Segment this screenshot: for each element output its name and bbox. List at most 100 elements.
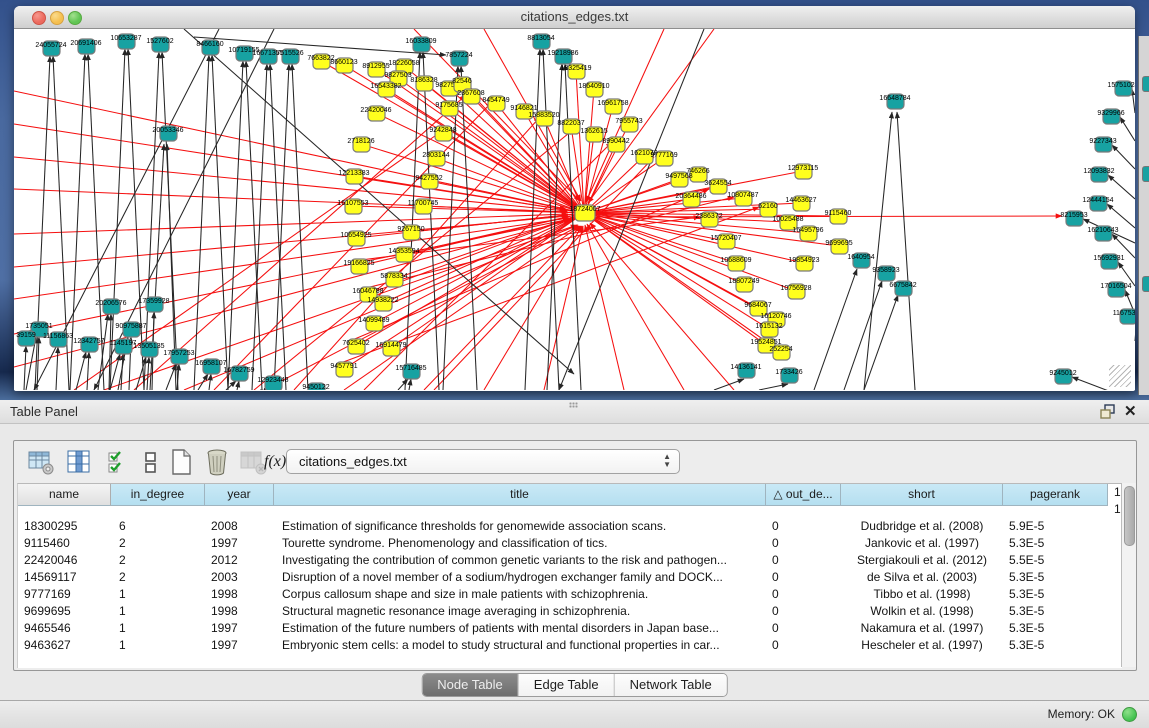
function-builder-icon[interactable]: f(x): [264, 453, 286, 471]
float-panel-icon[interactable]: [1100, 404, 1116, 419]
table-settings-icon[interactable]: [26, 447, 56, 477]
cell-title[interactable]: Disruption of a novel member of a sodium…: [274, 569, 766, 586]
graph-node[interactable]: 14463627: [785, 196, 816, 211]
cell-name[interactable]: 9777169: [18, 586, 111, 603]
network-canvas[interactable]: 2405572420691406106532871527602846616010…: [14, 29, 1135, 390]
graph-node[interactable]: 1527602: [146, 37, 173, 52]
graph-node[interactable]: 1640954: [847, 253, 874, 268]
cell-year[interactable]: 2003: [205, 569, 274, 586]
graph-node[interactable]: 10688609: [720, 256, 751, 271]
cell-name[interactable]: 9699695: [18, 603, 111, 620]
graph-node[interactable]: 10653287: [110, 34, 141, 49]
graph-node[interactable]: 16914479: [375, 341, 406, 356]
graph-node[interactable]: 12213383: [338, 169, 369, 184]
graph-node[interactable]: 6675842: [889, 281, 916, 296]
cell-pagerank[interactable]: 5.9E-5: [1003, 518, 1108, 535]
cell-in_degree[interactable]: 1: [111, 586, 205, 603]
cell-title[interactable]: Structural magnetic resonance image aver…: [274, 603, 766, 620]
graph-node[interactable]: 10807487: [727, 191, 758, 206]
cell-out_de[interactable]: 0: [766, 620, 841, 637]
column-header-in_degree[interactable]: in_degree: [111, 484, 205, 506]
cell-pagerank[interactable]: 5.3E-5: [1003, 535, 1108, 552]
table-row[interactable]: 969969511998Structural magnetic resonanc…: [18, 603, 1122, 620]
cell-title[interactable]: Estimation of significance thresholds fo…: [274, 518, 766, 535]
panel-drag-handle[interactable]: [569, 402, 578, 408]
graph-node[interactable]: 8454749: [482, 96, 509, 111]
tab-network-table[interactable]: Network Table: [615, 674, 727, 696]
graph-node[interactable]: 62160: [758, 202, 778, 217]
cell-name[interactable]: 18300295: [18, 518, 111, 535]
graph-node[interactable]: 12973115: [788, 164, 819, 179]
tab-node-table[interactable]: Node Table: [422, 674, 519, 696]
cell-pagerank[interactable]: 5.3E-5: [1003, 637, 1108, 654]
graph-node[interactable]: 9777169: [650, 151, 677, 166]
cell-title[interactable]: Investigating the contribution of common…: [274, 552, 766, 569]
cell-pagerank[interactable]: 5.3E-5: [1003, 586, 1108, 603]
cell-name[interactable]: 19384554: [1108, 501, 1122, 518]
select-all-icon[interactable]: [104, 447, 134, 477]
cell-name[interactable]: 14569117: [18, 569, 111, 586]
table-row[interactable]: 911546021997Tourette syndrome. Phenomeno…: [18, 535, 1122, 552]
table-row[interactable]: 946554611997Estimation of the future num…: [18, 620, 1122, 637]
graph-node[interactable]: 12444154: [1082, 196, 1113, 211]
table-row[interactable]: 1456911722003Disruption of a novel membe…: [18, 569, 1122, 586]
graph-node[interactable]: 9175685: [435, 101, 462, 116]
cell-short[interactable]: de Silva et al. (2003): [841, 569, 1003, 586]
cell-year[interactable]: 1997: [205, 620, 274, 637]
cell-year[interactable]: 2008: [205, 518, 274, 535]
graph-node[interactable]: 8990442: [602, 137, 629, 152]
graph-node[interactable]: 10654925: [340, 231, 371, 246]
table-panel-header[interactable]: Table Panel ✕: [0, 400, 1149, 424]
cell-in_degree[interactable]: 6: [111, 518, 205, 535]
graph-node[interactable]: 7857224: [445, 51, 472, 66]
graph-node[interactable]: 15720407: [710, 234, 741, 249]
graph-node[interactable]: 13505135: [133, 342, 164, 357]
cell-out_de[interactable]: 0: [766, 552, 841, 569]
cell-year[interactable]: 2012: [205, 552, 274, 569]
graph-node[interactable]: 9450122: [302, 383, 329, 390]
cell-title[interactable]: Estimation of the future numbers of pati…: [274, 620, 766, 637]
network-view-window[interactable]: citations_edges.txt 24055724206914061065…: [14, 6, 1135, 391]
graph-node[interactable]: 9497568: [665, 172, 692, 187]
cell-title[interactable]: Tourette syndrome. Phenomenology and cla…: [274, 535, 766, 552]
graph-node[interactable]: 19166825: [343, 259, 374, 274]
column-header-name[interactable]: name: [18, 484, 111, 506]
cell-name[interactable]: 18724007: [1108, 484, 1122, 501]
cell-out_de[interactable]: 0: [766, 603, 841, 620]
graph-node[interactable]: 1615132: [755, 322, 782, 337]
window-resize-grip[interactable]: [1109, 365, 1131, 387]
cell-pagerank[interactable]: 5.3E-5: [1003, 603, 1108, 620]
graph-node[interactable]: 16543382: [370, 82, 401, 97]
graph-node[interactable]: 16033809: [405, 37, 436, 52]
cell-out_de[interactable]: 0: [766, 518, 841, 535]
column-edit-icon[interactable]: [64, 447, 94, 477]
cell-name[interactable]: 22420046: [18, 552, 111, 569]
table-row[interactable]: 1830029562008Estimation of significance …: [18, 518, 1122, 535]
graph-node[interactable]: 16958107: [195, 359, 226, 374]
graph-node[interactable]: 8813054: [527, 34, 554, 49]
graph-node[interactable]: 14353594: [388, 247, 419, 262]
tab-edge-table[interactable]: Edge Table: [519, 674, 615, 696]
graph-node[interactable]: 14136141: [730, 363, 761, 378]
graph-node[interactable]: 20691406: [70, 39, 101, 54]
graph-node[interactable]: 16648784: [879, 94, 910, 109]
cell-out_de[interactable]: 0: [766, 586, 841, 603]
graph-node[interactable]: 17957253: [163, 349, 194, 364]
cell-in_degree[interactable]: 1: [111, 620, 205, 637]
cell-short[interactable]: Wolkin et al. (1998): [841, 603, 1003, 620]
graph-node[interactable]: 14938222: [367, 296, 398, 311]
graph-node[interactable]: 18807249: [728, 277, 759, 292]
cell-pagerank[interactable]: 5.5E-5: [1003, 552, 1108, 569]
graph-node[interactable]: 9115460: [825, 209, 852, 224]
cell-year[interactable]: 1997: [205, 535, 274, 552]
column-header-out_de[interactable]: △ out_de...: [766, 484, 841, 506]
column-header-year[interactable]: year: [205, 484, 274, 506]
graph-node[interactable]: 10756928: [780, 284, 811, 299]
cell-name[interactable]: 9115460: [18, 535, 111, 552]
cell-title[interactable]: Embryonic stem cells: a model to study s…: [274, 637, 766, 654]
cell-short[interactable]: Jankovic et al. (1997): [841, 535, 1003, 552]
graph-node[interactable]: 8466160: [196, 40, 223, 55]
graph-node[interactable]: 90975887: [115, 322, 146, 337]
graph-node[interactable]: 9227343: [1089, 137, 1116, 152]
graph-node[interactable]: 8186328: [410, 76, 437, 91]
